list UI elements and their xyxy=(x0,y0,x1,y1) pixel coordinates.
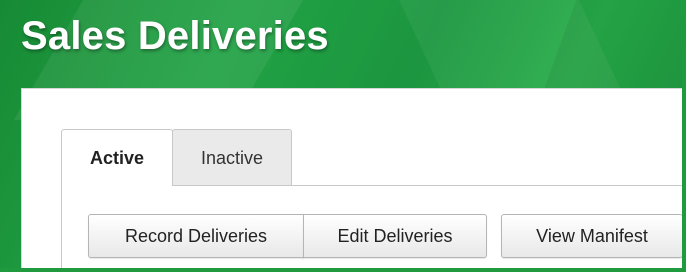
tab-active[interactable]: Active xyxy=(61,129,173,186)
page-title: Sales Deliveries xyxy=(21,14,329,58)
tab-inactive[interactable]: Inactive xyxy=(172,129,292,185)
tab-inactive-label: Inactive xyxy=(200,148,264,168)
edit-deliveries-button[interactable]: Edit Deliveries xyxy=(303,214,487,258)
record-deliveries-button[interactable]: Record Deliveries xyxy=(88,214,304,258)
view-manifest-button[interactable]: View Manifest xyxy=(501,214,683,258)
tab-active-label: Active xyxy=(89,148,145,168)
